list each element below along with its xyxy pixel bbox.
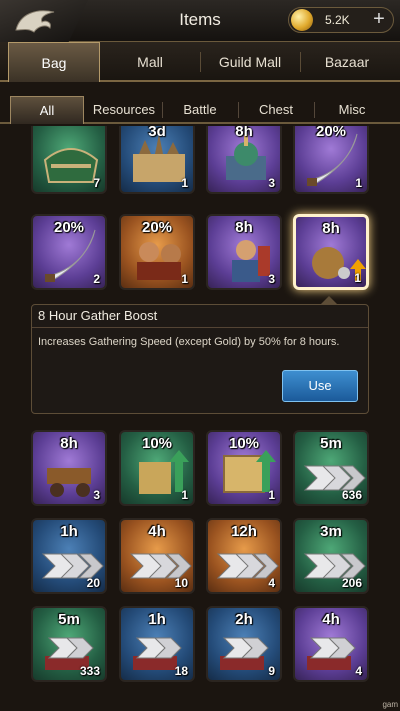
item-count: 636 [341, 488, 362, 502]
item-count: 18 [174, 664, 188, 678]
item-duration-label: 10% [141, 435, 173, 452]
inventory-item[interactable]: 2h 9 [206, 606, 282, 682]
item-duration-label: 8h [235, 219, 253, 236]
inventory-item[interactable]: 1h 18 [119, 606, 195, 682]
item-duration-label: 1h [60, 523, 78, 540]
inventory-item[interactable]: 8h 3 [206, 214, 282, 290]
inventory-item[interactable]: 8h 1 [293, 214, 369, 290]
inventory-item[interactable]: 10% 1 [206, 430, 282, 506]
item-count: 1 [181, 176, 188, 190]
item-duration-label: 12h [231, 523, 257, 540]
gold-balance: 5.2K + [288, 7, 394, 33]
gold-coin-icon [291, 9, 313, 31]
item-count: 1 [268, 488, 275, 502]
tab-mall[interactable]: Mall [100, 42, 200, 82]
item-duration-label: 10% [228, 435, 260, 452]
use-button[interactable]: Use [282, 370, 358, 402]
item-duration-label: 20% [315, 126, 347, 140]
item-duration-label: 4h [148, 523, 166, 540]
subtab-resources[interactable]: Resources [86, 96, 162, 124]
detail-title: 8 Hour Gather Boost [38, 308, 158, 323]
item-count: 3 [268, 272, 275, 286]
item-count: 1 [181, 272, 188, 286]
item-duration-label: 8h [60, 435, 78, 452]
detail-pointer [321, 296, 337, 304]
item-count: 3 [268, 176, 275, 190]
item-duration-label: 20% [141, 219, 173, 236]
inventory-item[interactable]: 3m 206 [293, 518, 369, 594]
item-count: 333 [79, 664, 100, 678]
item-duration-label: 1h [148, 611, 166, 628]
inventory-item[interactable]: 5m 636 [293, 430, 369, 506]
detail-description: Increases Gathering Speed (except Gold) … [38, 336, 340, 348]
item-count: 2 [93, 272, 100, 286]
inventory-item[interactable]: 7 [31, 126, 107, 194]
inventory-item[interactable]: 10% 1 [119, 430, 195, 506]
item-count: 1 [354, 271, 361, 285]
inventory-item[interactable]: 4h 4 [293, 606, 369, 682]
subtab-battle[interactable]: Battle [162, 96, 238, 124]
subtab-chest[interactable]: Chest [238, 96, 314, 124]
inventory-item[interactable]: 20% 1 [119, 214, 195, 290]
tab-guild-mall[interactable]: Guild Mall [200, 42, 300, 82]
item-count: 1 [181, 488, 188, 502]
item-duration-label: 2h [235, 611, 253, 628]
inventory-item[interactable]: 8h 3 [31, 430, 107, 506]
item-count: 20 [86, 576, 100, 590]
item-count: 206 [341, 576, 362, 590]
plus-icon[interactable]: + [369, 9, 389, 30]
item-duration-label: 3d [148, 126, 166, 140]
item-count: 1 [355, 176, 362, 190]
main-tabs: Bag Mall Guild Mall Bazaar [0, 42, 400, 82]
inventory-item[interactable]: 20% 2 [31, 214, 107, 290]
item-detail-panel: 8 Hour Gather Boost Increases Gathering … [31, 304, 369, 414]
category-tabs: All Resources Battle Chest Misc [0, 94, 400, 124]
inventory-item[interactable]: 8h 3 [206, 126, 282, 194]
item-duration-label: 20% [53, 219, 85, 236]
inventory-item[interactable]: 3d 1 [119, 126, 195, 194]
tab-bag[interactable]: Bag [8, 42, 100, 82]
inventory-item[interactable]: 1h 20 [31, 518, 107, 594]
item-duration-label: 8h [322, 220, 340, 237]
subtab-all[interactable]: All [10, 96, 84, 124]
item-count: 3 [93, 488, 100, 502]
detail-divider [32, 327, 368, 328]
item-count: 4 [268, 576, 275, 590]
item-duration-label: 5m [58, 611, 80, 628]
item-duration-label: 8h [235, 126, 253, 140]
watermark: gam [382, 700, 398, 709]
item-count: 10 [174, 576, 188, 590]
top-bar: Items 5.2K + [0, 0, 400, 42]
item-duration-label: 4h [322, 611, 340, 628]
tab-bazaar[interactable]: Bazaar [300, 42, 394, 82]
inventory-item[interactable]: 20% 1 [293, 126, 369, 194]
inventory-item[interactable]: 4h 10 [119, 518, 195, 594]
gold-amount: 5.2K [325, 13, 350, 27]
item-count: 7 [93, 176, 100, 190]
item-duration-label: 5m [320, 435, 342, 452]
inventory-item[interactable]: 5m 333 [31, 606, 107, 682]
subtab-misc[interactable]: Misc [314, 96, 390, 124]
item-grid: 7 3d 1 8h 3 20% 1 20% 2 20% 1 8h 3 8h 1 8h 3 10% 1 10% 1 5m 63… [0, 126, 400, 711]
item-count: 4 [355, 664, 362, 678]
item-count: 9 [268, 664, 275, 678]
item-duration-label: 3m [320, 523, 342, 540]
inventory-item[interactable]: 12h 4 [206, 518, 282, 594]
